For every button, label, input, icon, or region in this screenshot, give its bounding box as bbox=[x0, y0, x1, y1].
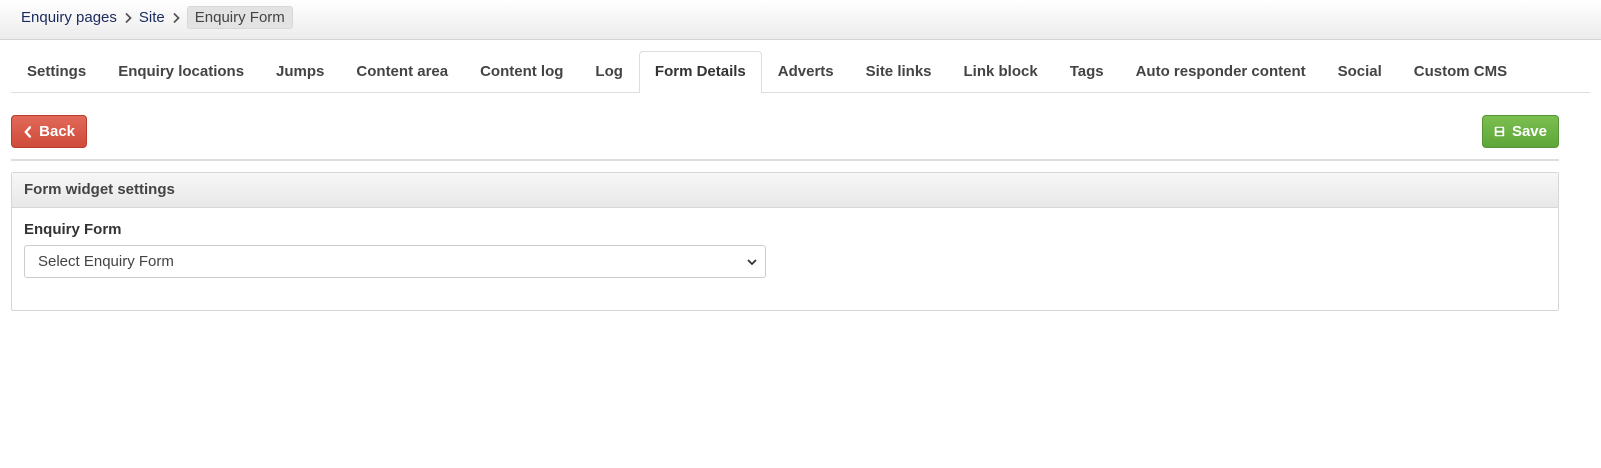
panel-title: Form widget settings bbox=[12, 173, 1558, 208]
breadcrumb: Enquiry pages Site Enquiry Form bbox=[21, 5, 293, 29]
save-button[interactable]: Save bbox=[1482, 115, 1559, 148]
floppy-disk-icon bbox=[1494, 126, 1505, 137]
tab-social[interactable]: Social bbox=[1322, 51, 1398, 92]
enquiry-form-select[interactable]: Select Enquiry Form bbox=[24, 245, 766, 278]
back-button[interactable]: Back bbox=[11, 115, 87, 148]
tab-adverts[interactable]: Adverts bbox=[762, 51, 850, 92]
tab-form-details[interactable]: Form Details bbox=[638, 51, 762, 93]
chevron-left-icon bbox=[24, 125, 32, 138]
enquiry-form-select-value: Select Enquiry Form bbox=[38, 253, 174, 270]
breadcrumb-link-enquiry-pages[interactable]: Enquiry pages bbox=[21, 9, 117, 26]
breadcrumb-current: Enquiry Form bbox=[186, 5, 293, 29]
chevron-down-icon bbox=[747, 259, 757, 266]
tab-enquiry-locations[interactable]: Enquiry locations bbox=[102, 51, 260, 92]
chevron-right-icon bbox=[117, 9, 139, 25]
breadcrumb-link-site[interactable]: Site bbox=[139, 9, 165, 26]
tab-log[interactable]: Log bbox=[579, 51, 639, 92]
back-button-label: Back bbox=[39, 123, 75, 140]
tab-bar: Settings Enquiry locations Jumps Content… bbox=[11, 51, 1590, 93]
enquiry-form-label: Enquiry Form bbox=[24, 221, 122, 238]
form-widget-settings-panel: Form widget settings Enquiry Form Select… bbox=[11, 172, 1559, 311]
toolbar-divider bbox=[11, 159, 1559, 161]
tab-link-block[interactable]: Link block bbox=[948, 51, 1054, 92]
chevron-right-icon bbox=[165, 9, 187, 25]
tab-auto-responder-content[interactable]: Auto responder content bbox=[1120, 51, 1322, 92]
tab-custom-cms[interactable]: Custom CMS bbox=[1398, 51, 1523, 92]
tab-tags[interactable]: Tags bbox=[1054, 51, 1120, 92]
tab-content-log[interactable]: Content log bbox=[464, 51, 579, 92]
tab-settings[interactable]: Settings bbox=[11, 51, 102, 92]
save-button-label: Save bbox=[1511, 123, 1547, 140]
tab-site-links[interactable]: Site links bbox=[850, 51, 948, 92]
tab-jumps[interactable]: Jumps bbox=[260, 51, 340, 92]
breadcrumb-bar: Enquiry pages Site Enquiry Form bbox=[0, 0, 1601, 40]
tab-content-area[interactable]: Content area bbox=[340, 51, 464, 92]
